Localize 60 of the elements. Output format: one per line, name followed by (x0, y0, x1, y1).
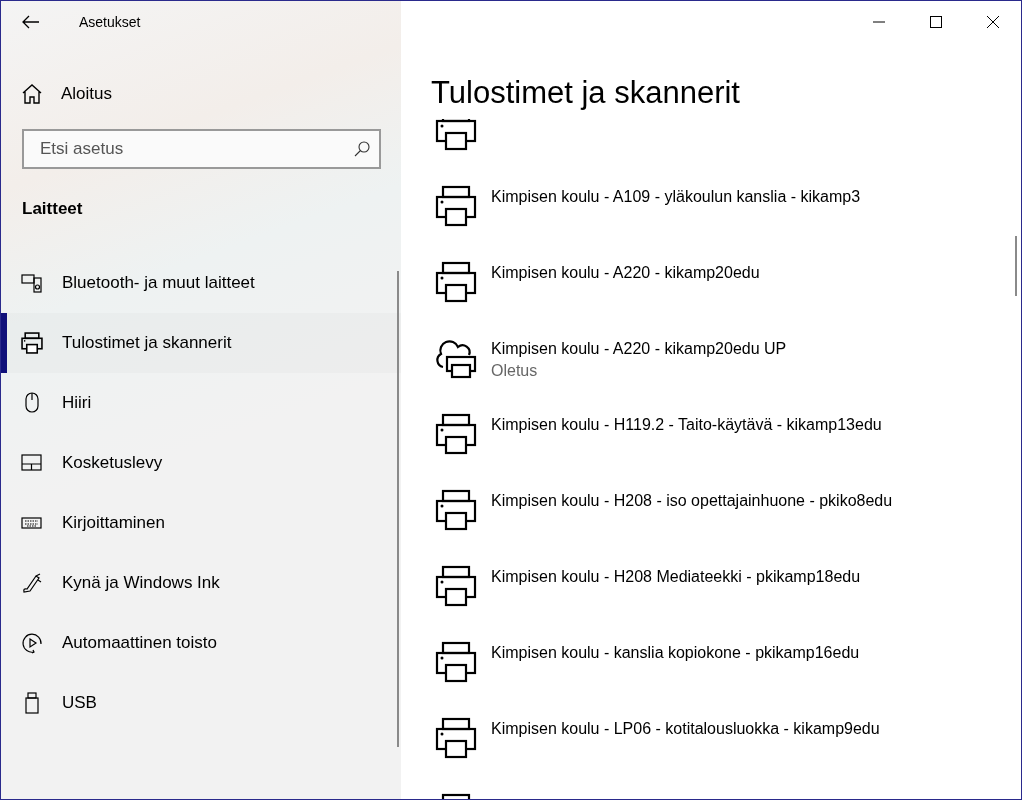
printer-name: Kimpisen koulu - A109 - yläkoulun kanslia - kikamp3 (491, 187, 861, 207)
scrollbar[interactable] (1015, 236, 1017, 296)
cloud-printer-icon (435, 337, 477, 379)
printer-name: Kimpisen koulu - kanslia kopiokone - pkikamp16edu (491, 643, 860, 663)
printer-name: Kimpisen koulu - A220 - kikamp20edu UP (491, 339, 787, 359)
printer-status: Oletus (491, 361, 539, 381)
play-circle-icon (21, 632, 43, 654)
pen-icon (21, 572, 43, 594)
nav-label: Hiiri (62, 393, 92, 413)
nav-item[interactable]: Bluetooth- ja muut laitteet (1, 253, 401, 313)
maximize-icon (929, 16, 942, 28)
printer-name: Kimpisen koulu - H208 - iso opettajainhuone - pkiko8edu (491, 491, 893, 511)
printer-icon (435, 565, 477, 607)
printer-icon (21, 332, 43, 354)
nav-item[interactable]: USB (1, 673, 401, 733)
printer-name: Kimpisen koulu - A220 - kikamp20edu (491, 263, 760, 283)
nav-label: Tulostimet ja skannerit (62, 333, 232, 353)
keyboard-speaker-icon (21, 272, 43, 294)
close-icon (986, 16, 999, 28)
printer-item[interactable]: Kimpisen koulu - LP06 - kotitalousluokka - kikamp9edu (401, 691, 1021, 767)
printer-name: Kimpisen koulu - H208 Mediateekki - pkikamp18edu (491, 567, 861, 587)
page-title: Tulostimet ja skannerit (431, 74, 741, 112)
nav-item[interactable]: Kirjoittaminen (1, 493, 401, 553)
nav-label: Bluetooth- ja muut laitteet (62, 273, 255, 293)
printer-item[interactable]: Kimpisen koulu - H119.2 - Taito-käytävä - kikamp13edu (401, 387, 1021, 463)
nav-item[interactable]: Kosketuslevy (1, 433, 401, 493)
touchpad-icon (21, 452, 43, 474)
printer-item[interactable]: Kimpisen koulu - A109 - yläkoulun kanslia - kikamp3 (401, 159, 1021, 235)
nav-label: USB (62, 693, 97, 713)
window-title: Asetukset (79, 14, 141, 30)
printer-icon (435, 413, 477, 455)
nav-item[interactable]: Tulostimet ja skannerit (1, 313, 401, 373)
home-link[interactable]: Aloitus (61, 84, 113, 104)
printer-item[interactable]: Kimpisen koulu - A220 - kikamp20edu (401, 235, 1021, 311)
printer-item[interactable]: Kimpisen koulu - H208 - iso opettajainhuone - pkiko8edu (401, 463, 1021, 539)
printer-item[interactable]: Kimpisen koulu - A220 - kikamp20edu UP Oletus (401, 311, 1021, 387)
printer-icon (435, 489, 477, 531)
search-field[interactable]: Etsi asetus (22, 129, 381, 169)
nav-label: Kosketuslevy (62, 453, 163, 473)
printer-icon (435, 717, 477, 759)
printer-item[interactable]: Kimpisen koulu - kanslia kopiokone - pkikamp16edu (401, 615, 1021, 691)
home-icon (21, 83, 43, 105)
printer-icon (435, 261, 477, 303)
nav-item[interactable]: Kynä ja Windows Ink (1, 553, 401, 613)
scrollbar[interactable] (397, 271, 399, 747)
nav-label: Kirjoittaminen (62, 513, 165, 533)
printer-name: Kimpisen koulu - H119.2 - Taito-käytävä - kikamp13edu (491, 415, 882, 435)
nav-label: Kynä ja Windows Ink (62, 573, 220, 593)
search-icon (353, 140, 371, 158)
printer-item[interactable]: Kimpisen koulu - H208 Mediateekki - pkikamp18edu (401, 539, 1021, 615)
printer-icon (435, 641, 477, 683)
nav-label: Automaattinen toisto (62, 633, 217, 653)
printer-icon (435, 119, 477, 151)
back-arrow-icon (22, 15, 40, 29)
printer-name: Kimpisen koulu - LP06 - kotitalousluokka - kikamp9edu (491, 719, 880, 739)
search-input[interactable]: Etsi asetus (38, 138, 353, 160)
nav-item[interactable]: Hiiri (1, 373, 401, 433)
nav-item[interactable]: Automaattinen toisto (1, 613, 401, 673)
section-heading: Laitteet (21, 199, 84, 219)
printer-icon (435, 185, 477, 227)
